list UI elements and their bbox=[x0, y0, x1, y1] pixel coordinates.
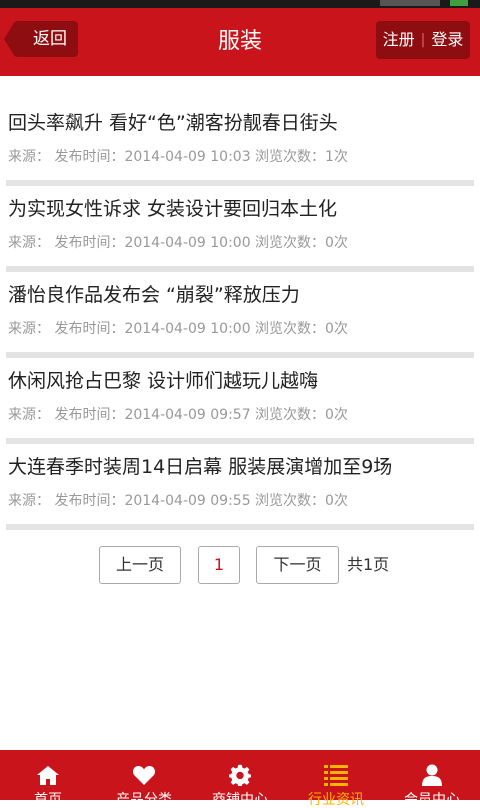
signal-icon bbox=[380, 0, 440, 6]
login-link[interactable]: 登录 bbox=[431, 21, 463, 59]
divider bbox=[6, 524, 474, 530]
article-list: 回头率飙升 看好“色”潮客扮靓春日街头 来源： 发布时间：2014-04-09 … bbox=[6, 100, 474, 530]
tab-shop-center[interactable]: 商铺中心 bbox=[192, 750, 288, 808]
article-meta: 来源： 发布时间：2014-04-09 09:55 浏览次数：0次 bbox=[8, 493, 348, 509]
tab-industry-news[interactable]: 行业资讯 bbox=[288, 750, 384, 808]
page-total: 共1页 bbox=[347, 555, 390, 574]
tab-home[interactable]: 首页 bbox=[0, 750, 96, 808]
article-item[interactable]: 回头率飙升 看好“色”潮客扮靓春日街头 来源： 发布时间：2014-04-09 … bbox=[6, 100, 474, 186]
battery-icon bbox=[450, 0, 468, 6]
tab-product-categories[interactable]: 产品分类 bbox=[96, 750, 192, 808]
tab-label: 产品分类 bbox=[116, 792, 172, 808]
heart-icon bbox=[132, 766, 156, 785]
tab-label: 会员中心 bbox=[404, 792, 460, 808]
next-page-button[interactable]: 下一页 bbox=[256, 546, 339, 584]
article-item[interactable]: 为实现女性诉求 女装设计要回归本土化 来源： 发布时间：2014-04-09 1… bbox=[6, 186, 474, 272]
article-meta: 来源： 发布时间：2014-04-09 10:03 浏览次数：1次 bbox=[8, 149, 348, 165]
home-icon bbox=[37, 766, 59, 785]
tab-label: 行业资讯 bbox=[308, 792, 364, 808]
article-item[interactable]: 大连春季时装周14日启幕 服装展演增加至9场 来源： 发布时间：2014-04-… bbox=[6, 444, 474, 530]
prev-page-button[interactable]: 上一页 bbox=[99, 546, 181, 584]
auth-links: 注册 | 登录 bbox=[376, 21, 470, 59]
article-meta: 来源： 发布时间：2014-04-09 10:00 浏览次数：0次 bbox=[8, 321, 348, 337]
article-title[interactable]: 大连春季时装周14日启幕 服装展演增加至9场 bbox=[8, 452, 392, 479]
app-header: 服装 返回 注册 | 登录 bbox=[0, 8, 480, 76]
status-bar bbox=[0, 0, 480, 8]
tab-label: 商铺中心 bbox=[212, 792, 268, 808]
user-icon bbox=[422, 764, 442, 786]
article-item[interactable]: 休闲风抢占巴黎 设计师们越玩儿越嗨 来源： 发布时间：2014-04-09 09… bbox=[6, 358, 474, 444]
article-title[interactable]: 潘怡良作品发布会 “崩裂”释放压力 bbox=[8, 280, 300, 307]
register-link[interactable]: 注册 bbox=[383, 21, 415, 59]
pagination: 上一页 1 下一页 共1页 bbox=[0, 546, 480, 586]
gear-icon bbox=[229, 764, 251, 786]
bottom-tab-bar: 首页 产品分类 商铺中心 行业资讯 会员中心 bbox=[0, 750, 480, 808]
article-meta: 来源： 发布时间：2014-04-09 09:57 浏览次数：0次 bbox=[8, 407, 348, 423]
article-meta: 来源： 发布时间：2014-04-09 10:00 浏览次数：0次 bbox=[8, 235, 348, 251]
page-number-button[interactable]: 1 bbox=[198, 546, 240, 584]
auth-separator: | bbox=[420, 32, 426, 48]
article-title[interactable]: 休闲风抢占巴黎 设计师们越玩儿越嗨 bbox=[8, 366, 318, 393]
tab-label: 首页 bbox=[34, 792, 62, 808]
tab-member-center[interactable]: 会员中心 bbox=[384, 750, 480, 808]
article-title[interactable]: 为实现女性诉求 女装设计要回归本土化 bbox=[8, 194, 337, 221]
article-item[interactable]: 潘怡良作品发布会 “崩裂”释放压力 来源： 发布时间：2014-04-09 10… bbox=[6, 272, 474, 358]
list-icon bbox=[324, 765, 348, 786]
article-title[interactable]: 回头率飙升 看好“色”潮客扮靓春日街头 bbox=[8, 108, 338, 135]
back-button[interactable]: 返回 bbox=[4, 21, 78, 57]
